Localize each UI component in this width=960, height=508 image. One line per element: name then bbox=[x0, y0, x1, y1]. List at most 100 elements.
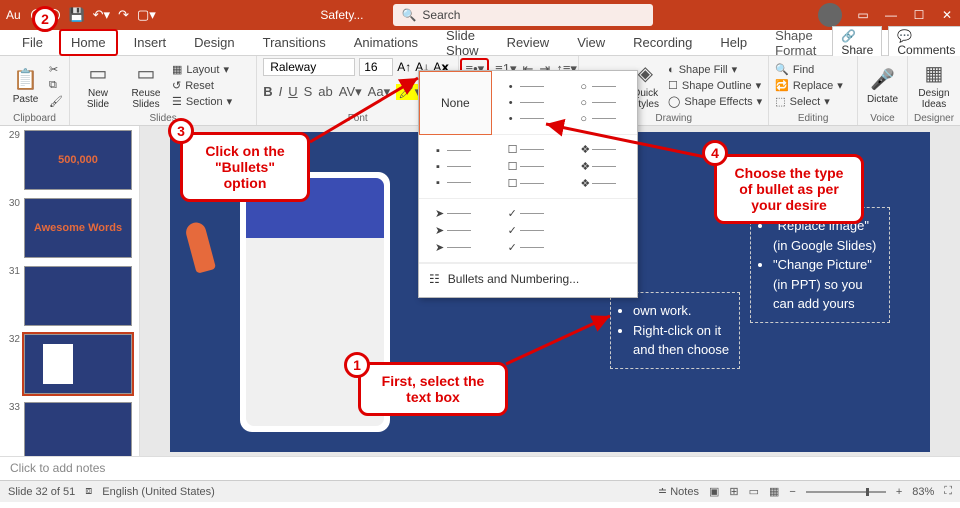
paste-button[interactable]: 📋Paste bbox=[6, 59, 45, 113]
bullet-item: "Change Picture" (in PPT) so you can add… bbox=[773, 255, 881, 314]
bold-button[interactable]: B bbox=[263, 84, 272, 99]
slideshow-view-icon[interactable]: ▦ bbox=[769, 485, 779, 498]
ribbon-options-icon[interactable]: ▭ bbox=[856, 8, 870, 22]
font-name-select[interactable]: Raleway bbox=[263, 58, 355, 76]
strike-button[interactable]: S bbox=[304, 84, 313, 99]
text-box-2[interactable]: "Replace image" (in Google Slides) "Chan… bbox=[750, 207, 890, 323]
language-indicator[interactable]: English (United States) bbox=[102, 486, 215, 498]
bullet-option-check[interactable]: ✓✓✓ bbox=[492, 199, 565, 263]
reading-view-icon[interactable]: ▭ bbox=[749, 485, 759, 498]
zoom-percent[interactable]: 83% bbox=[912, 486, 934, 498]
thumb-30[interactable]: Awesome Words bbox=[24, 198, 132, 258]
layout-button[interactable]: ▦ Layout ▾ bbox=[172, 63, 232, 76]
notes-toggle[interactable]: ≐ Notes bbox=[658, 485, 699, 498]
thumb-29[interactable]: 500,000 bbox=[24, 130, 132, 190]
bullet-option-square-solid[interactable]: ▪▪▪ bbox=[419, 135, 492, 199]
callout-badge-3: 3 bbox=[168, 118, 194, 144]
bullets-and-numbering-link[interactable]: ☷ Bullets and Numbering... bbox=[419, 263, 637, 294]
reset-button[interactable]: ↺ Reset bbox=[172, 79, 232, 92]
thumb-number: 29 bbox=[4, 130, 20, 141]
start-icon[interactable]: ▢▾ bbox=[137, 7, 156, 23]
select-button[interactable]: ⬚ Select ▾ bbox=[775, 95, 843, 108]
copy-icon[interactable]: ⧉ bbox=[49, 79, 63, 92]
maximize-icon[interactable]: ☐ bbox=[912, 8, 926, 22]
tab-help[interactable]: Help bbox=[708, 29, 759, 56]
bullet-option-arrow[interactable]: ➤➤➤ bbox=[419, 199, 492, 263]
underline-button[interactable]: U bbox=[288, 84, 297, 99]
bullet-option-square-hollow[interactable]: ☐☐☐ bbox=[492, 135, 565, 199]
replace-button[interactable]: 🔁 Replace ▾ bbox=[775, 79, 843, 92]
thumb-number: 32 bbox=[4, 334, 20, 345]
thumb-31[interactable] bbox=[24, 266, 132, 326]
notes-pane[interactable]: Click to add notes bbox=[0, 456, 960, 480]
sorter-view-icon[interactable]: ⊞ bbox=[729, 485, 738, 498]
save-icon[interactable]: 💾 bbox=[68, 7, 84, 23]
status-bar: Slide 32 of 51 ⧈ English (United States)… bbox=[0, 480, 960, 502]
tab-animations[interactable]: Animations bbox=[342, 29, 430, 56]
callout-badge-1: 1 bbox=[344, 352, 370, 378]
doc-title[interactable]: Safety... bbox=[320, 8, 363, 22]
section-button[interactable]: ☰ Section ▾ bbox=[172, 95, 232, 108]
thumb-32[interactable] bbox=[24, 334, 132, 394]
text-box-1[interactable]: own work. Right-click on it and then cho… bbox=[610, 292, 740, 369]
thumb-number: 33 bbox=[4, 402, 20, 413]
search-placeholder: Search bbox=[422, 8, 460, 22]
tab-recording[interactable]: Recording bbox=[621, 29, 704, 56]
tab-design[interactable]: Design bbox=[182, 29, 246, 56]
shadow-button[interactable]: ab bbox=[318, 84, 332, 99]
grow-font-icon[interactable]: A↑ bbox=[397, 60, 411, 74]
autosave-label: Au bbox=[6, 8, 21, 22]
shape-fill-button[interactable]: ◐ Shape Fill ▾ bbox=[668, 63, 762, 76]
tab-transitions[interactable]: Transitions bbox=[251, 29, 338, 56]
format-painter-icon[interactable]: 🖌 bbox=[49, 95, 63, 108]
tab-insert[interactable]: Insert bbox=[122, 29, 179, 56]
slide-thumbnails[interactable]: 29500,000 30Awesome Words 31 32 33 34 bbox=[0, 126, 140, 456]
group-slides: Slides bbox=[76, 113, 250, 125]
undo-icon[interactable]: ↶▾ bbox=[93, 7, 110, 23]
menu-tabs: File Home Insert Design Transitions Anim… bbox=[0, 30, 960, 56]
font-size-select[interactable]: 16 bbox=[359, 58, 393, 76]
thumb-number: 30 bbox=[4, 198, 20, 209]
bullets-dropdown[interactable]: None ••• ○○○ ▪▪▪ ☐☐☐ ❖❖❖ ➤➤➤ ✓✓✓ ☷ Bulle… bbox=[418, 70, 638, 298]
comments-button[interactable]: 💬 Comments bbox=[888, 26, 960, 60]
accessibility-icon[interactable]: ⧈ bbox=[85, 485, 92, 498]
slide-counter: Slide 32 of 51 bbox=[8, 486, 75, 498]
zoom-in-icon[interactable]: + bbox=[896, 486, 902, 498]
case-button[interactable]: Aa▾ bbox=[368, 84, 390, 100]
share-button[interactable]: 🔗 Share bbox=[832, 26, 882, 60]
bullet-option-empty[interactable] bbox=[564, 199, 637, 263]
shape-outline-button[interactable]: ☐ Shape Outline ▾ bbox=[668, 79, 762, 92]
group-voice: Voice bbox=[864, 113, 901, 125]
new-slide-button[interactable]: ▭New Slide bbox=[76, 59, 120, 113]
tab-file[interactable]: File bbox=[10, 29, 55, 56]
dictate-button[interactable]: 🎤Dictate bbox=[864, 59, 901, 113]
close-icon[interactable]: ✕ bbox=[940, 8, 954, 22]
search-box[interactable]: 🔍 Search bbox=[393, 4, 653, 26]
find-button[interactable]: 🔍 Find bbox=[775, 63, 843, 76]
fit-window-icon[interactable]: ⛶ bbox=[944, 485, 952, 498]
zoom-slider[interactable] bbox=[806, 491, 886, 493]
redo-icon[interactable]: ↷ bbox=[118, 7, 129, 23]
group-designer: Designer bbox=[914, 113, 954, 125]
thumb-33[interactable] bbox=[24, 402, 132, 456]
tab-view[interactable]: View bbox=[565, 29, 617, 56]
reuse-slides-button[interactable]: ▭Reuse Slides bbox=[124, 59, 168, 113]
normal-view-icon[interactable]: ▣ bbox=[709, 485, 719, 498]
minimize-icon[interactable]: — bbox=[884, 8, 898, 22]
bullet-option-disc[interactable]: ••• bbox=[492, 71, 565, 135]
callout-badge-2: 2 bbox=[32, 6, 58, 32]
bullet-option-4diamond[interactable]: ❖❖❖ bbox=[564, 135, 637, 199]
callout-1: First, select the text box bbox=[358, 362, 508, 416]
shape-effects-button[interactable]: ◯ Shape Effects ▾ bbox=[668, 95, 762, 108]
search-icon: 🔍 bbox=[401, 8, 416, 22]
zoom-out-icon[interactable]: − bbox=[789, 486, 795, 498]
cut-icon[interactable]: ✂ bbox=[49, 63, 63, 76]
design-ideas-button[interactable]: ▦Design Ideas bbox=[914, 59, 954, 113]
tab-review[interactable]: Review bbox=[495, 29, 562, 56]
tab-home[interactable]: Home bbox=[59, 29, 118, 56]
bullet-option-circle[interactable]: ○○○ bbox=[564, 71, 637, 135]
bullet-option-none[interactable]: None bbox=[419, 71, 492, 135]
italic-button[interactable]: I bbox=[279, 84, 283, 99]
spacing-button[interactable]: AV▾ bbox=[339, 84, 362, 100]
group-clipboard: Clipboard bbox=[6, 113, 63, 125]
